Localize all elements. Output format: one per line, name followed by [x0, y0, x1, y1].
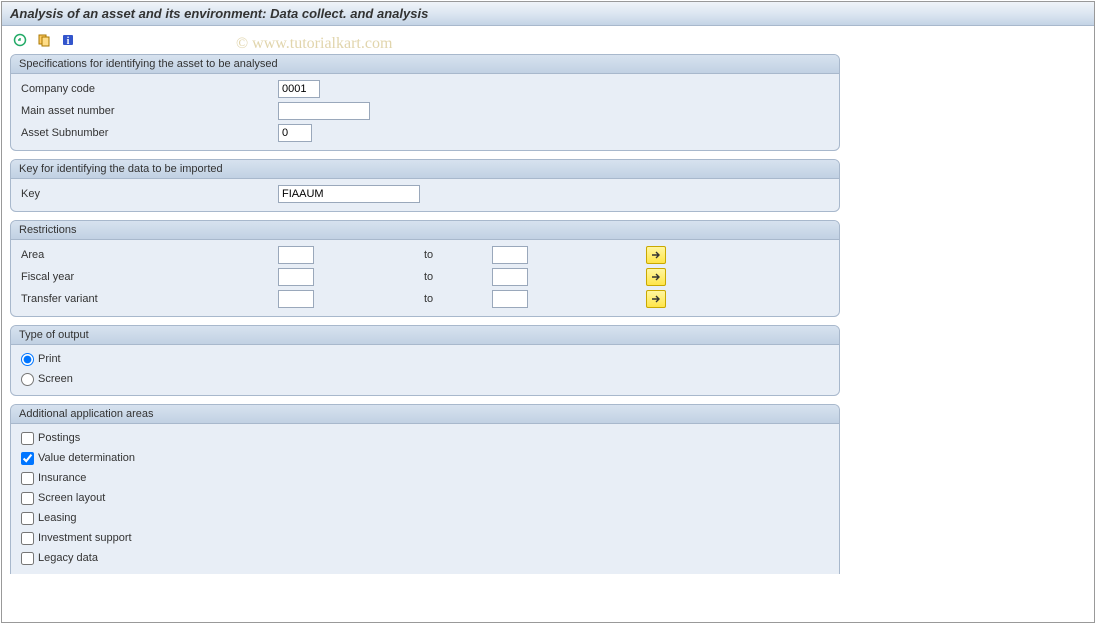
area-to-label: to	[424, 249, 488, 261]
variant-button[interactable]	[34, 30, 54, 50]
group-specifications-header: Specifications for identifying the asset…	[11, 55, 839, 74]
info-button[interactable]: i	[58, 30, 78, 50]
main-asset-input[interactable]	[278, 102, 370, 120]
group-key: Key for identifying the data to be impor…	[10, 159, 840, 212]
area-from-input[interactable]	[278, 246, 314, 264]
arrow-right-icon	[651, 250, 661, 260]
group-output: Type of output Print Screen	[10, 325, 840, 396]
key-input[interactable]	[278, 185, 420, 203]
svg-text:i: i	[67, 36, 70, 47]
area-multi-select-button[interactable]	[646, 246, 666, 264]
area-label: Area	[19, 249, 274, 261]
arrow-right-icon	[651, 294, 661, 304]
group-key-header: Key for identifying the data to be impor…	[11, 160, 839, 179]
group-restrictions-header: Restrictions	[11, 221, 839, 240]
leasing-label: Leasing	[38, 512, 77, 524]
info-icon: i	[61, 33, 75, 47]
fiscal-multi-select-button[interactable]	[646, 268, 666, 286]
asset-subnumber-label: Asset Subnumber	[19, 127, 274, 139]
fiscal-to-input[interactable]	[492, 268, 528, 286]
group-areas: Additional application areas Postings Va…	[10, 404, 840, 574]
transfer-to-input[interactable]	[492, 290, 528, 308]
legacy-label: Legacy data	[38, 552, 98, 564]
value-determination-label: Value determination	[38, 452, 135, 464]
print-radio[interactable]	[21, 353, 34, 366]
fiscal-from-input[interactable]	[278, 268, 314, 286]
transfer-from-input[interactable]	[278, 290, 314, 308]
transfer-variant-label: Transfer variant	[19, 293, 274, 305]
group-areas-header: Additional application areas	[11, 405, 839, 424]
insurance-label: Insurance	[38, 472, 86, 484]
fiscal-year-label: Fiscal year	[19, 271, 274, 283]
investment-checkbox[interactable]	[21, 532, 34, 545]
legacy-checkbox[interactable]	[21, 552, 34, 565]
page-title: Analysis of an asset and its environment…	[2, 2, 1094, 26]
investment-label: Investment support	[38, 532, 132, 544]
fiscal-to-label: to	[424, 271, 488, 283]
arrow-right-icon	[651, 272, 661, 282]
value-determination-checkbox[interactable]	[21, 452, 34, 465]
toolbar: i	[2, 26, 1094, 54]
insurance-checkbox[interactable]	[21, 472, 34, 485]
postings-label: Postings	[38, 432, 80, 444]
main-asset-label: Main asset number	[19, 105, 274, 117]
leasing-checkbox[interactable]	[21, 512, 34, 525]
asset-subnumber-input[interactable]	[278, 124, 312, 142]
screen-layout-label: Screen layout	[38, 492, 105, 504]
area-to-input[interactable]	[492, 246, 528, 264]
group-output-header: Type of output	[11, 326, 839, 345]
postings-checkbox[interactable]	[21, 432, 34, 445]
company-code-label: Company code	[19, 83, 274, 95]
transfer-to-label: to	[424, 293, 488, 305]
transfer-multi-select-button[interactable]	[646, 290, 666, 308]
print-label: Print	[38, 353, 61, 365]
screen-layout-checkbox[interactable]	[21, 492, 34, 505]
group-specifications: Specifications for identifying the asset…	[10, 54, 840, 151]
execute-button[interactable]	[10, 30, 30, 50]
screen-radio[interactable]	[21, 373, 34, 386]
company-code-input[interactable]	[278, 80, 320, 98]
group-restrictions: Restrictions Area to Fiscal year to	[10, 220, 840, 317]
variant-icon	[37, 33, 51, 47]
screen-label: Screen	[38, 373, 73, 385]
key-label: Key	[19, 188, 274, 200]
execute-icon	[13, 33, 27, 47]
